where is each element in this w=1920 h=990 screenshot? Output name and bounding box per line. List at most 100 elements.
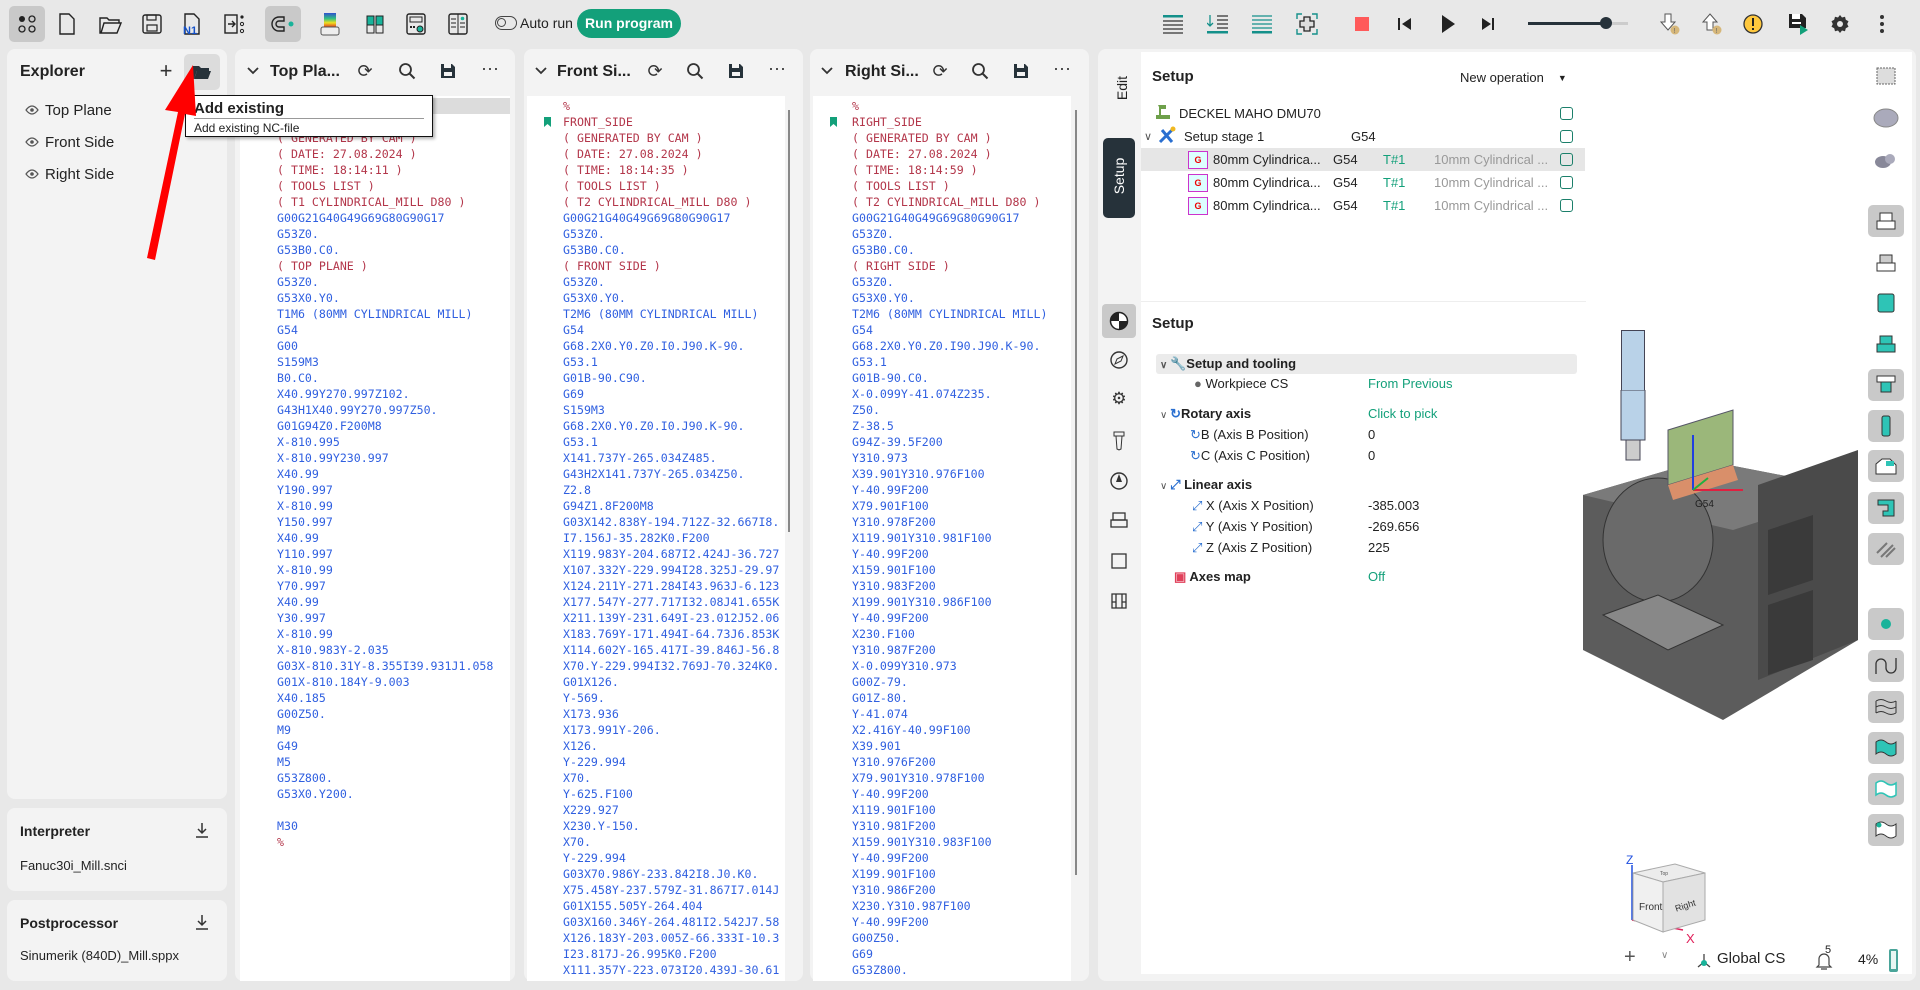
code-line[interactable]: Y310.983F200 xyxy=(852,578,936,594)
code-line[interactable]: Y-40.99F200 xyxy=(852,914,929,930)
code-line[interactable]: G54 xyxy=(852,322,873,338)
code-line[interactable]: G54 xyxy=(277,322,298,338)
code-line[interactable]: G53X0.Y0. xyxy=(852,290,915,306)
code-line[interactable]: G00G21G40G49G69G80G90G17 xyxy=(852,210,1020,226)
collapse-chevron-icon[interactable] xyxy=(527,57,555,85)
code-line[interactable]: G53Z800. xyxy=(277,770,333,786)
code-line[interactable]: ( TIME: 18:14:59 ) xyxy=(852,162,978,178)
code-line[interactable]: X-0.099Y-41.074Z235. xyxy=(852,386,992,402)
refresh-icon[interactable]: ⟳ xyxy=(641,57,669,85)
code-line[interactable]: X183.769Y-171.494I-64.73J6.853K xyxy=(563,626,779,642)
code-line[interactable]: X70. xyxy=(563,770,591,786)
code-line[interactable]: G68.2X0.Y0.Z0.I0.J90.K-90. xyxy=(563,418,744,434)
view-cube[interactable]: Z X Top Front Right xyxy=(1615,852,1715,947)
code-line[interactable]: X39.901Y310.976F100 xyxy=(852,466,985,482)
code-line[interactable]: S159M3 xyxy=(563,402,605,418)
code-line[interactable]: G53X0.Y0. xyxy=(563,290,626,306)
code-line[interactable]: X40.99Y270.997Z102. xyxy=(277,386,410,402)
code-line[interactable]: Y-229.994 xyxy=(563,754,626,770)
axes-map-value[interactable]: Off xyxy=(1368,567,1385,587)
code-line[interactable]: X75.458Y-237.579Z-31.867I7.014J xyxy=(563,882,779,898)
expand-chevron-icon[interactable]: ∨ xyxy=(1160,360,1170,371)
machine-3d-model[interactable]: G54 xyxy=(1583,390,1863,760)
upload-warning-icon[interactable]: ! xyxy=(1693,6,1729,42)
code-line[interactable]: Y-40.99F200 xyxy=(852,850,929,866)
code-line[interactable]: G53Z0. xyxy=(852,274,894,290)
code-line[interactable]: Y310.987F200 xyxy=(852,642,936,658)
explorer-item-right-side[interactable]: Right Side xyxy=(25,166,114,183)
visibility-checkbox[interactable] xyxy=(1560,199,1573,212)
machine-part-view-icon[interactable] xyxy=(1868,450,1904,482)
code-line[interactable]: X-810.99 xyxy=(277,562,333,578)
machine-icon[interactable] xyxy=(1102,584,1136,618)
group-setup-and-tooling[interactable]: ∨ 🔧Setup and tooling xyxy=(1160,354,1296,374)
code-line[interactable]: Z2.8 xyxy=(563,482,591,498)
stock-icon[interactable] xyxy=(1102,544,1136,578)
machine-head-view-icon[interactable] xyxy=(1868,492,1904,524)
tree-operation[interactable]: G 80mm Cylindrica... G54 T#1 10mm Cylindrica… xyxy=(1141,148,1585,171)
code-line[interactable]: B0.C0. xyxy=(277,370,319,386)
code-line[interactable]: ( RIGHT SIDE ) xyxy=(852,258,950,274)
scrollbar[interactable] xyxy=(1075,110,1077,875)
visibility-checkbox[interactable] xyxy=(1560,130,1573,143)
download-warning-icon[interactable]: ! xyxy=(1651,6,1687,42)
code-line[interactable]: G53Z0. xyxy=(563,226,605,242)
code-line[interactable]: Y310.973 xyxy=(852,450,908,466)
code-line[interactable]: X159.901Y310.983F100 xyxy=(852,834,992,850)
apps-menu-icon[interactable] xyxy=(9,6,45,42)
group-linear-axis[interactable]: ∨ ⤢ Linear axis xyxy=(1160,475,1252,495)
code-line[interactable]: G00G21G40G49G69G80G90G17 xyxy=(563,210,731,226)
code-line[interactable]: G00Z50. xyxy=(277,706,326,722)
expand-chevron-icon[interactable]: ∨ xyxy=(1144,130,1158,143)
b-axis-value[interactable]: 0 xyxy=(1368,425,1375,445)
step-into-icon[interactable] xyxy=(1200,6,1236,42)
download-icon[interactable] xyxy=(188,816,216,844)
add-view-button[interactable]: + xyxy=(1624,946,1636,969)
code-line[interactable]: G53.1 xyxy=(563,354,598,370)
warning-icon[interactable] xyxy=(1735,6,1771,42)
code-line[interactable]: G68.2X0.Y0.Z0.I90.J90.K-90. xyxy=(852,338,1040,354)
code-line[interactable]: X119.901Y310.981F100 xyxy=(852,530,992,546)
code-line[interactable]: Y150.997 xyxy=(277,514,333,530)
tree-operation[interactable]: G 80mm Cylindrica... G54 T#1 10mm Cylindrica… xyxy=(1141,194,1585,217)
code-editor[interactable]: % FRONT_SIDE( GENERATED BY CAM )( DATE: 2… xyxy=(527,96,785,981)
code-line[interactable]: ( FRONT SIDE ) xyxy=(563,258,661,274)
code-line[interactable]: Y310.976F200 xyxy=(852,754,936,770)
save-and-run-icon[interactable] xyxy=(1781,6,1817,42)
code-line[interactable]: G43H2X141.737Y-265.034Z50. xyxy=(563,466,744,482)
interpreter-value[interactable]: Fanuc30i_Mill.snci xyxy=(20,858,127,873)
more-options-icon[interactable]: ··· xyxy=(763,54,791,82)
setup-cs-icon[interactable] xyxy=(1102,304,1136,338)
code-line[interactable]: Y-40.99F200 xyxy=(852,786,929,802)
code-line[interactable]: X40.99 xyxy=(277,466,319,482)
rotary-axis-value[interactable]: Click to pick xyxy=(1368,404,1437,424)
highlight-lines-icon[interactable] xyxy=(1244,6,1280,42)
code-line[interactable]: ( GENERATED BY CAM ) xyxy=(563,130,703,146)
code-line[interactable]: T2M6 (80MM CYLINDRICAL MILL) xyxy=(852,306,1047,322)
fixture-icon[interactable] xyxy=(1102,503,1136,537)
point-display-icon[interactable] xyxy=(1868,608,1904,640)
visibility-checkbox[interactable] xyxy=(1560,107,1573,120)
code-line[interactable]: X79.901Y310.978F100 xyxy=(852,770,985,786)
code-line[interactable]: X114.602Y-165.417I-39.846J-56.8 xyxy=(563,642,779,658)
code-line[interactable]: X2.416Y-40.99F100 xyxy=(852,722,971,738)
code-line[interactable]: X199.901Y310.986F100 xyxy=(852,594,992,610)
z-axis-value[interactable]: 225 xyxy=(1368,538,1390,558)
code-line[interactable]: G53.1 xyxy=(852,354,887,370)
code-line[interactable]: X126.183Y-203.005Z-66.333I-10.3 xyxy=(563,930,779,946)
expand-chevron-icon[interactable]: ∨ xyxy=(1160,410,1170,421)
expand-chevron-icon[interactable]: ∨ xyxy=(1160,481,1170,492)
refresh-icon[interactable]: ⟳ xyxy=(926,57,954,85)
code-line[interactable]: G43H1X40.99Y270.997Z50. xyxy=(277,402,438,418)
code-line[interactable]: G03X-810.31Y-8.355I39.931J1.058 xyxy=(277,658,493,674)
code-line[interactable]: X40.185 xyxy=(277,690,326,706)
collapse-chevron-icon[interactable] xyxy=(813,57,841,85)
settings-gear-icon[interactable] xyxy=(1822,6,1858,42)
code-line[interactable]: X-810.995 xyxy=(277,434,340,450)
refresh-icon[interactable]: ⟳ xyxy=(351,57,379,85)
code-line[interactable]: X199.901F100 xyxy=(852,866,936,882)
machine-panel-icon[interactable] xyxy=(398,6,434,42)
curve-display-icon[interactable] xyxy=(1868,650,1904,682)
code-line[interactable]: I23.817J-26.995K0.F200 xyxy=(563,946,717,962)
insert-icon[interactable] xyxy=(216,6,252,42)
